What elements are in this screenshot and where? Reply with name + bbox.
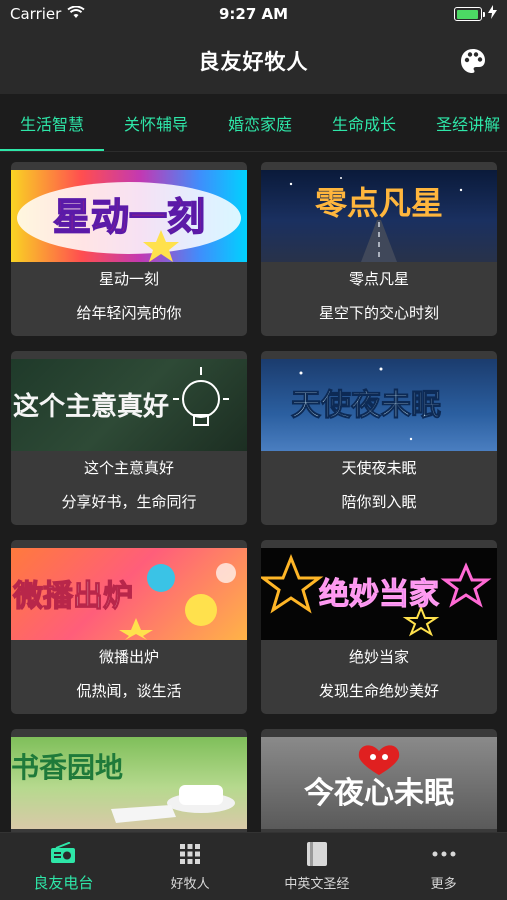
program-cover-image: 零点凡星 [261,170,497,262]
tabbar-label: 良友电台 [33,874,94,892]
program-card[interactable]: 天使夜未眠 天使夜未眠 陪你到入眠 [261,351,497,525]
book-icon [304,841,330,867]
tab-label: 生命成长 [332,114,397,134]
status-bar: Carrier 9:27 AM [0,0,507,28]
program-title: 星动一刻 [98,270,159,288]
bottom-tab-bar: 良友电台 好牧人 中英文圣经 更多 [0,832,507,900]
program-title: 绝妙当家 [348,648,409,666]
program-card[interactable]: 这个主意真好 这个主意真好 分享好书，生命同行 [11,351,247,525]
nav-bar: 良友好牧人 [0,28,507,94]
wifi-icon [67,5,85,23]
svg-text:星动一刻: 星动一刻 [53,195,205,239]
tab-marriage-family[interactable]: 婚恋家庭 [208,94,312,151]
program-title: 零点凡星 [348,270,409,288]
program-subtitle: 发现生命绝妙美好 [318,682,439,700]
more-icon [431,841,457,867]
grid-icon [177,841,203,867]
program-cover-image: 这个主意真好 [11,359,247,451]
program-subtitle: 陪你到入眠 [341,493,417,511]
svg-text:这个主意真好: 这个主意真好 [13,391,169,422]
program-cover-image: 天使夜未眠 [261,359,497,451]
program-title: 微播出炉 [98,648,159,666]
tabbar-label: 更多 [430,877,457,892]
program-grid: 星动一刻 星动一刻 给年轻闪亮的你 零点凡星 零点凡星 星空下的交心时刻 这个主… [0,152,507,832]
tab-life-wisdom[interactable]: 生活智慧 [0,94,105,151]
program-cover-image: 绝妙当家 [261,548,497,640]
svg-text:天使夜未眠: 天使夜未眠 [291,388,441,423]
program-card[interactable]: 今夜心未眠 [261,729,497,832]
program-subtitle: 分享好书，生命同行 [61,493,197,511]
radio-icon [50,840,76,866]
program-subtitle: 星空下的交心时刻 [318,304,439,322]
category-tabs: 生活智慧 关怀辅导 婚恋家庭 生命成长 圣经讲解 [0,94,507,152]
program-subtitle: 侃热闻，谈生活 [76,682,182,700]
tab-label: 生活智慧 [20,114,85,134]
program-cover-image: 书香园地 [11,737,247,829]
svg-text:零点凡星: 零点凡星 [315,184,443,222]
tabbar-label: 好牧人 [170,877,210,892]
page-title: 良友好牧人 [198,50,309,74]
tabbar-more[interactable]: 更多 [380,833,507,900]
program-card[interactable]: 零点凡星 零点凡星 星空下的交心时刻 [261,162,497,336]
program-subtitle: 给年轻闪亮的你 [76,304,182,322]
program-cover-image: 今夜心未眠 [261,737,497,829]
tabbar-label: 中英文圣经 [284,877,350,892]
program-card[interactable]: 微播出炉 微播出炉 侃热闻，谈生活 [11,540,247,714]
tab-care-counseling[interactable]: 关怀辅导 [104,94,208,151]
tabbar-good-shepherd[interactable]: 好牧人 [127,833,254,900]
program-card[interactable]: 星动一刻 星动一刻 给年轻闪亮的你 [11,162,247,336]
program-cover-image: 微播出炉 [11,548,247,640]
tab-label: 圣经讲解 [436,114,501,134]
program-card[interactable]: 绝妙当家 绝妙当家 发现生命绝妙美好 [261,540,497,714]
status-left: Carrier [10,5,85,23]
tab-label: 关怀辅导 [124,114,189,134]
program-cover-image: 星动一刻 [11,170,247,262]
program-title: 这个主意真好 [83,459,174,477]
palette-icon[interactable] [459,47,487,75]
carrier-label: Carrier [10,5,62,23]
svg-text:微播出炉: 微播出炉 [12,579,133,614]
status-right [454,5,497,23]
charging-icon [488,5,497,23]
svg-text:今夜心未眠: 今夜心未眠 [304,776,454,811]
svg-text:绝妙当家: 绝妙当家 [319,577,439,612]
battery-icon [454,7,485,21]
tab-label: 婚恋家庭 [228,114,293,134]
tab-life-growth[interactable]: 生命成长 [312,94,416,151]
program-title: 天使夜未眠 [341,459,417,477]
tabbar-bible[interactable]: 中英文圣经 [254,833,381,900]
tabbar-radio[interactable]: 良友电台 [0,833,127,900]
program-card[interactable]: 书香园地 [11,729,247,832]
svg-text:书香园地: 书香园地 [11,751,123,784]
tab-bible-teaching[interactable]: 圣经讲解 [416,94,507,151]
